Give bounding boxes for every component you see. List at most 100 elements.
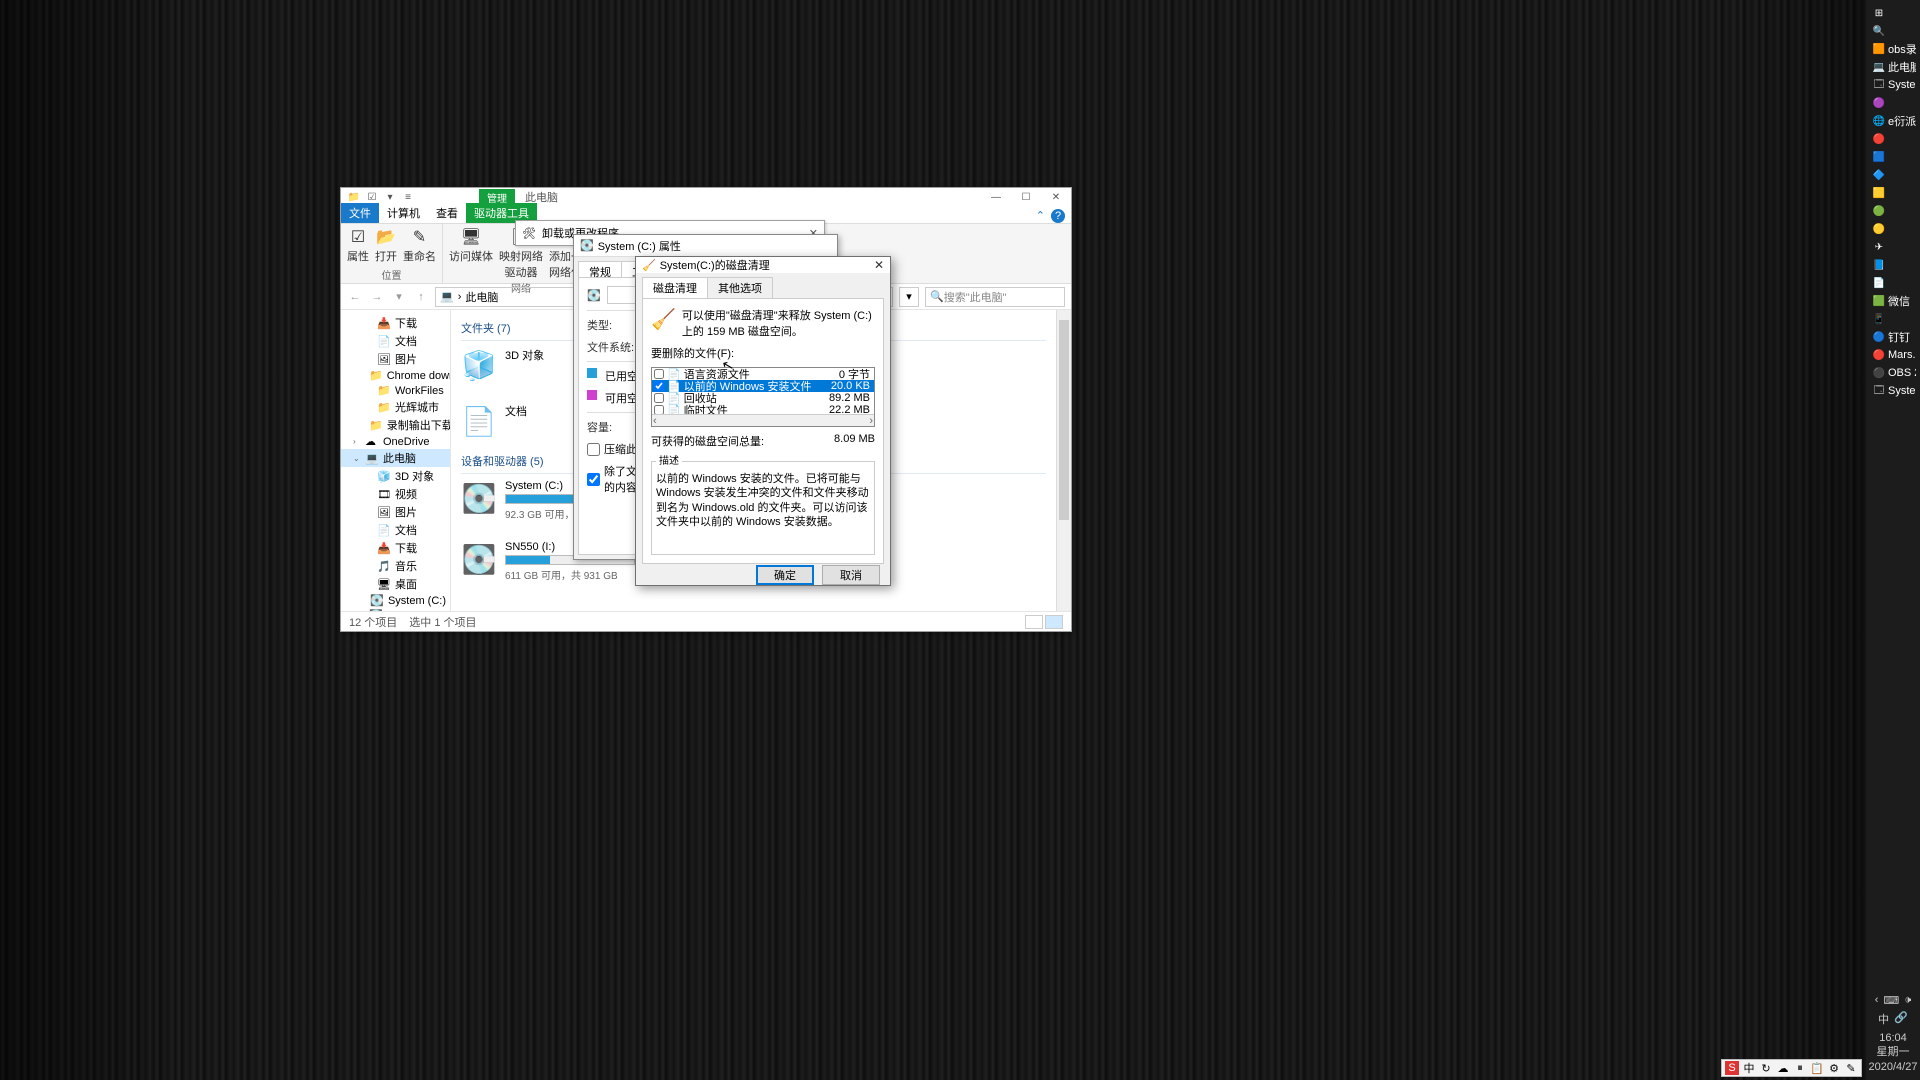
search-input[interactable]: 🔍 搜索"此电脑": [925, 287, 1065, 307]
taskbar-clock[interactable]: 16:04 星期一 2020/4/27: [1869, 1031, 1918, 1074]
taskbar-item-14[interactable]: 📘: [1870, 256, 1916, 274]
nav-item[interactable]: 📁Chrome download: [341, 368, 450, 383]
tray-keyboard-icon[interactable]: ⌨: [1883, 994, 1899, 1007]
qat-dropdown-icon[interactable]: ▾: [383, 190, 397, 204]
ime-indicator[interactable]: 中: [1878, 1011, 1889, 1027]
taskbar-item-21[interactable]: 🗔Syste...: [1870, 382, 1916, 400]
file-checkbox[interactable]: [654, 381, 664, 391]
scrollbar[interactable]: [1056, 310, 1071, 611]
cleanup-titlebar[interactable]: 🧹 System(C:)的磁盘清理 ✕: [636, 257, 890, 273]
tab-computer[interactable]: 计算机: [379, 203, 428, 223]
cancel-button[interactable]: 取消: [822, 565, 880, 585]
cleanup-tab-more[interactable]: 其他选项: [707, 277, 773, 298]
nav-item[interactable]: 🖼图片: [341, 350, 450, 368]
nav-item[interactable]: 🖼图片: [341, 503, 450, 521]
taskbar-item-0[interactable]: ⊞: [1870, 4, 1916, 22]
close-button[interactable]: ✕: [1041, 188, 1071, 206]
files-list[interactable]: 📄 语言资源文件0 字节📄 以前的 Windows 安装文件20.0 KB📄 回…: [651, 367, 875, 427]
view-details-button[interactable]: [1025, 615, 1043, 629]
langbar-item-2[interactable]: ↻: [1759, 1061, 1773, 1075]
taskbar-item-10[interactable]: 🟨: [1870, 184, 1916, 202]
cleanup-file-row[interactable]: 📄 临时文件22.2 MB: [652, 404, 874, 414]
qat-props-icon[interactable]: ☑: [365, 190, 379, 204]
taskbar-item-11[interactable]: 🟢: [1870, 202, 1916, 220]
folder-icon: 📁: [347, 190, 361, 204]
breadcrumb-text[interactable]: 此电脑: [465, 289, 498, 305]
taskbar-item-16[interactable]: 🟩微信: [1870, 292, 1916, 310]
taskbar-item-9[interactable]: 🔷: [1870, 166, 1916, 184]
nav-up-button[interactable]: ↑: [413, 289, 429, 305]
nav-forward-button[interactable]: →: [369, 289, 385, 305]
langbar-item-6[interactable]: ⚙: [1827, 1061, 1841, 1075]
nav-item[interactable]: ⌄💻此电脑: [341, 449, 450, 467]
langbar-item-3[interactable]: ☁: [1776, 1061, 1790, 1075]
nav-item[interactable]: 📄文档: [341, 332, 450, 350]
tray-volume-icon[interactable]: 🕩: [1904, 994, 1911, 1007]
taskbar-item-13[interactable]: ✈: [1870, 238, 1916, 256]
history-dropdown[interactable]: ▾: [899, 287, 919, 307]
nav-back-button[interactable]: ←: [347, 289, 363, 305]
taskbar-item-1[interactable]: 🔍: [1870, 22, 1916, 40]
properties-titlebar[interactable]: 💽 System (C:) 属性: [574, 235, 837, 257]
help-icon[interactable]: ?: [1051, 209, 1065, 223]
nav-item[interactable]: 📁WorkFiles: [341, 383, 450, 398]
taskbar-item-19[interactable]: 🔴Mars...: [1870, 346, 1916, 364]
navigation-pane[interactable]: 📥下载📄文档🖼图片📁Chrome download📁WorkFiles📁光辉城市…: [341, 310, 451, 611]
nav-item[interactable]: 📄文档: [341, 521, 450, 539]
taskbar-item-15[interactable]: 📄: [1870, 274, 1916, 292]
ribbon-button[interactable]: ✎重命名: [403, 227, 436, 264]
nav-item[interactable]: 📥下载: [341, 539, 450, 557]
nav-item[interactable]: 🧊3D 对象: [341, 467, 450, 485]
compress-checkbox[interactable]: [587, 443, 600, 456]
ok-button[interactable]: 确定: [756, 565, 814, 585]
taskbar-item-17[interactable]: 📱: [1870, 310, 1916, 328]
gain-value: 8.09 MB: [834, 433, 875, 449]
nav-item[interactable]: ›☁OneDrive: [341, 434, 450, 449]
view-tiles-button[interactable]: [1045, 615, 1063, 629]
nav-item[interactable]: 🎞视频: [341, 485, 450, 503]
file-checkbox[interactable]: [654, 393, 664, 403]
langbar-item-5[interactable]: 📋: [1810, 1061, 1824, 1075]
nav-item[interactable]: 📁录制输出下载文件合集: [341, 416, 450, 434]
nav-history-button[interactable]: ▾: [391, 289, 407, 305]
label-filesystem: 文件系统:: [587, 339, 637, 355]
ribbon-collapse-icon[interactable]: ⌃: [1036, 209, 1045, 223]
cleanup-close-button[interactable]: ✕: [874, 258, 884, 272]
network-icon[interactable]: 🔗: [1894, 1011, 1908, 1027]
taskbar-item-2[interactable]: 🟧obs录...: [1870, 40, 1916, 58]
langbar-item-0[interactable]: S: [1725, 1061, 1739, 1075]
tab-file[interactable]: 文件: [341, 203, 379, 223]
minimize-button[interactable]: —: [981, 188, 1011, 206]
ribbon-button[interactable]: 📂打开: [375, 227, 397, 264]
properties-tab-general[interactable]: 常规: [578, 261, 622, 277]
file-checkbox[interactable]: [654, 369, 664, 379]
langbar-item-7[interactable]: ✎: [1844, 1061, 1858, 1075]
nav-item[interactable]: 🖥桌面: [341, 575, 450, 593]
used-swatch: [587, 368, 597, 378]
langbar-item-1[interactable]: 中: [1742, 1061, 1756, 1075]
maximize-button[interactable]: ☐: [1011, 188, 1041, 206]
nav-item[interactable]: 📥下载: [341, 314, 450, 332]
taskbar-item-8[interactable]: 🟦: [1870, 148, 1916, 166]
ribbon-button[interactable]: ☑属性: [347, 227, 369, 264]
taskbar-item-18[interactable]: 🔵钉钉: [1870, 328, 1916, 346]
index-checkbox[interactable]: [587, 473, 600, 486]
ime-language-bar[interactable]: S中↻☁⏸📋⚙✎: [1721, 1059, 1862, 1077]
nav-item[interactable]: 💽System (C:): [341, 593, 450, 608]
taskbar-item-12[interactable]: 🟡: [1870, 220, 1916, 238]
taskbar-item-7[interactable]: 🔴: [1870, 130, 1916, 148]
taskbar-item-4[interactable]: 🗔Syste...: [1870, 76, 1916, 94]
taskbar-item-3[interactable]: 💻此电脑: [1870, 58, 1916, 76]
taskbar-item-5[interactable]: 🟣: [1870, 94, 1916, 112]
langbar-item-4[interactable]: ⏸: [1793, 1061, 1807, 1075]
tab-view[interactable]: 查看: [428, 203, 466, 223]
nav-item[interactable]: 🎵音乐: [341, 557, 450, 575]
tray-expand-icon[interactable]: ‹: [1875, 994, 1879, 1007]
file-checkbox[interactable]: [654, 405, 664, 414]
files-h-scrollbar[interactable]: ‹›: [652, 414, 874, 426]
ribbon-button[interactable]: 🖥访问媒体: [449, 227, 493, 280]
nav-item[interactable]: 📁光辉城市: [341, 398, 450, 416]
cleanup-tab-main[interactable]: 磁盘清理: [642, 277, 708, 298]
taskbar-item-6[interactable]: 🌐e衍派...: [1870, 112, 1916, 130]
taskbar-item-20[interactable]: ⚫OBS 2...: [1870, 364, 1916, 382]
